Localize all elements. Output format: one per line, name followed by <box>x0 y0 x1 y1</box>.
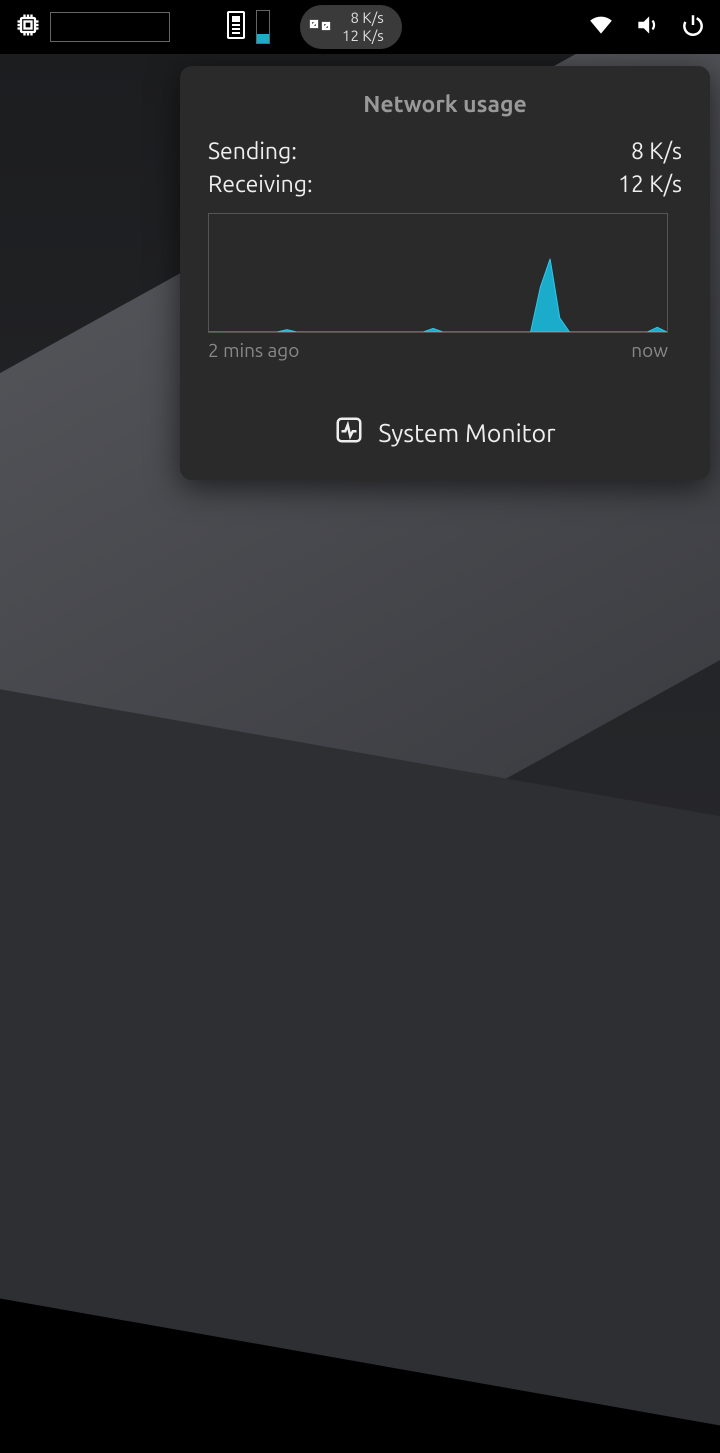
cpu-usage-graph[interactable] <box>50 12 170 42</box>
receiving-label: Receiving: <box>208 172 313 197</box>
system-tray <box>588 12 706 42</box>
chart-time-end: now <box>631 339 668 361</box>
sending-label: Sending: <box>208 139 297 164</box>
memory-bar-fill <box>257 34 269 43</box>
system-monitor-label: System Monitor <box>378 419 555 447</box>
activity-icon <box>334 415 364 450</box>
cpu-icon[interactable] <box>14 11 42 43</box>
chart-time-start: 2 mins ago <box>208 339 299 361</box>
sending-value: 8 K/s <box>631 139 682 164</box>
network-pill[interactable]: 8 K/s 12 K/s <box>300 5 402 49</box>
power-icon[interactable] <box>680 12 706 42</box>
network-swap-icon <box>308 13 332 41</box>
sending-row: Sending: 8 K/s <box>208 139 682 164</box>
volume-icon[interactable] <box>634 12 660 42</box>
receiving-value: 12 K/s <box>618 172 682 197</box>
wifi-icon[interactable] <box>588 12 614 42</box>
memory-bar <box>256 10 270 44</box>
system-monitor-button[interactable]: System Monitor <box>208 415 682 450</box>
chart-time-labels: 2 mins ago now <box>208 339 668 361</box>
receiving-row: Receiving: 12 K/s <box>208 172 682 197</box>
network-chart <box>208 213 668 333</box>
memory-indicator[interactable] <box>224 10 270 44</box>
net-send-rate: 8 K/s <box>342 9 384 27</box>
top-panel: 8 K/s 12 K/s <box>0 0 720 54</box>
network-rates: 8 K/s 12 K/s <box>342 9 384 45</box>
popup-title: Network usage <box>208 92 682 117</box>
net-recv-rate: 12 K/s <box>342 27 384 45</box>
network-usage-popup: Network usage Sending: 8 K/s Receiving: … <box>180 66 710 480</box>
memory-icon <box>224 10 248 44</box>
